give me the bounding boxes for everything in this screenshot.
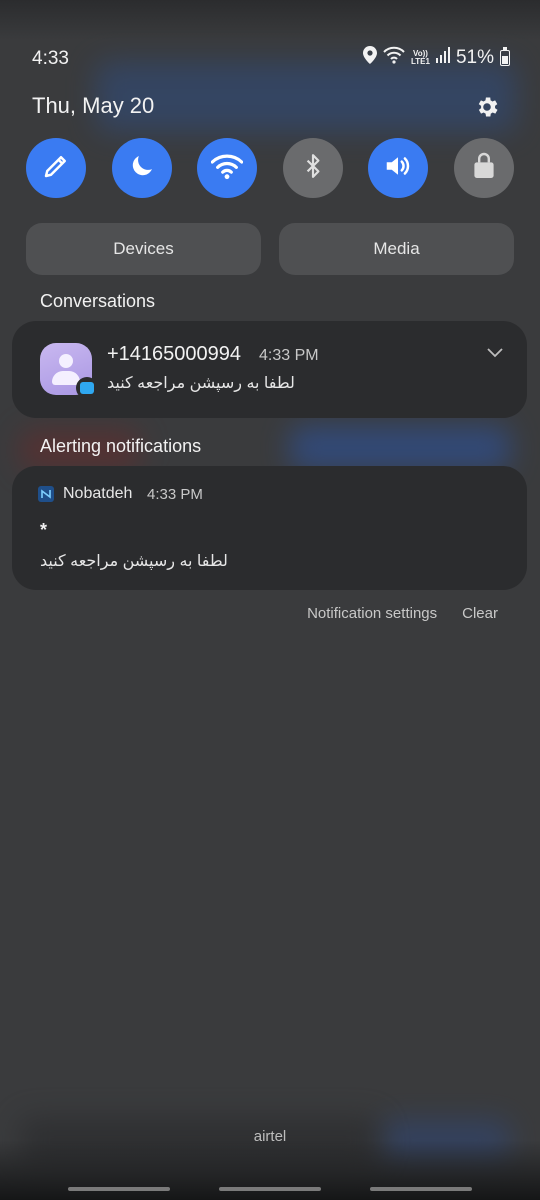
battery-percent: 51% <box>455 46 494 68</box>
conversations-heading: Conversations <box>40 291 156 311</box>
nobatdeh-app-icon <box>38 486 54 502</box>
devices-button[interactable]: Devices <box>26 223 261 275</box>
toggle-sound[interactable] <box>368 138 429 198</box>
nav-recents-button[interactable] <box>68 1187 170 1191</box>
message-app-icon <box>76 377 98 399</box>
battery-icon <box>500 46 510 66</box>
status-bar: 4:33 Vo)) LTE1 51% <box>0 44 540 74</box>
panel-buttons: Devices Media <box>26 223 514 275</box>
toggle-secure-folder[interactable] <box>453 138 514 198</box>
notification-actions: Notification settings Clear <box>307 605 498 622</box>
nav-home-button[interactable] <box>219 1187 321 1191</box>
notification-title: * <box>40 520 48 540</box>
bluetooth-icon <box>300 151 326 186</box>
wifi-calling-icon <box>383 46 405 69</box>
sender-number: +14165000994 <box>107 343 242 365</box>
toggle-wifi[interactable] <box>197 138 258 198</box>
app-name: Nobatdeh <box>63 485 133 502</box>
conversation-notification[interactable]: +14165000994 4:33 PM لطفا به رسپشن مراجع… <box>12 321 527 418</box>
date-label: Thu, May 20 <box>32 93 155 118</box>
notification-time: 4:33 PM <box>259 347 319 364</box>
speaker-icon <box>382 151 414 186</box>
location-icon <box>363 46 377 69</box>
wifi-icon <box>210 152 244 185</box>
background-blur <box>290 426 510 470</box>
carrier-label: airtel <box>253 1128 287 1145</box>
toggle-bluetooth[interactable] <box>282 138 343 198</box>
volte-indicator: Vo)) LTE1 <box>411 48 430 66</box>
notification-time: 4:33 PM <box>147 486 203 503</box>
moon-icon <box>127 151 157 186</box>
message-preview: لطفا به رسپشن مراجعه کنید <box>107 375 295 392</box>
pencil-icon <box>41 151 71 186</box>
toggle-dark-mode[interactable] <box>111 138 172 198</box>
alerting-heading: Alerting notifications <box>40 436 202 456</box>
notification-settings-button[interactable]: Notification settings <box>307 605 437 622</box>
top-fade <box>0 0 540 40</box>
lock-icon <box>472 151 496 186</box>
clock: 4:33 <box>32 48 69 69</box>
alert-notification[interactable]: Nobatdeh 4:33 PM * لطفا به رسپشن مراجعه … <box>12 466 527 590</box>
notification-message: لطفا به رسپشن مراجعه کنید <box>40 553 228 570</box>
quick-toggles <box>26 138 514 198</box>
bottom-fade <box>0 1140 540 1200</box>
chevron-down-icon[interactable] <box>487 345 503 358</box>
status-icons: Vo)) LTE1 51% <box>363 46 510 69</box>
nav-back-button[interactable] <box>370 1187 472 1191</box>
gear-icon[interactable] <box>474 94 500 120</box>
clear-button[interactable]: Clear <box>462 605 498 622</box>
media-button[interactable]: Media <box>279 223 514 275</box>
signal-icon <box>435 47 450 68</box>
toggle-edit[interactable] <box>26 138 86 198</box>
